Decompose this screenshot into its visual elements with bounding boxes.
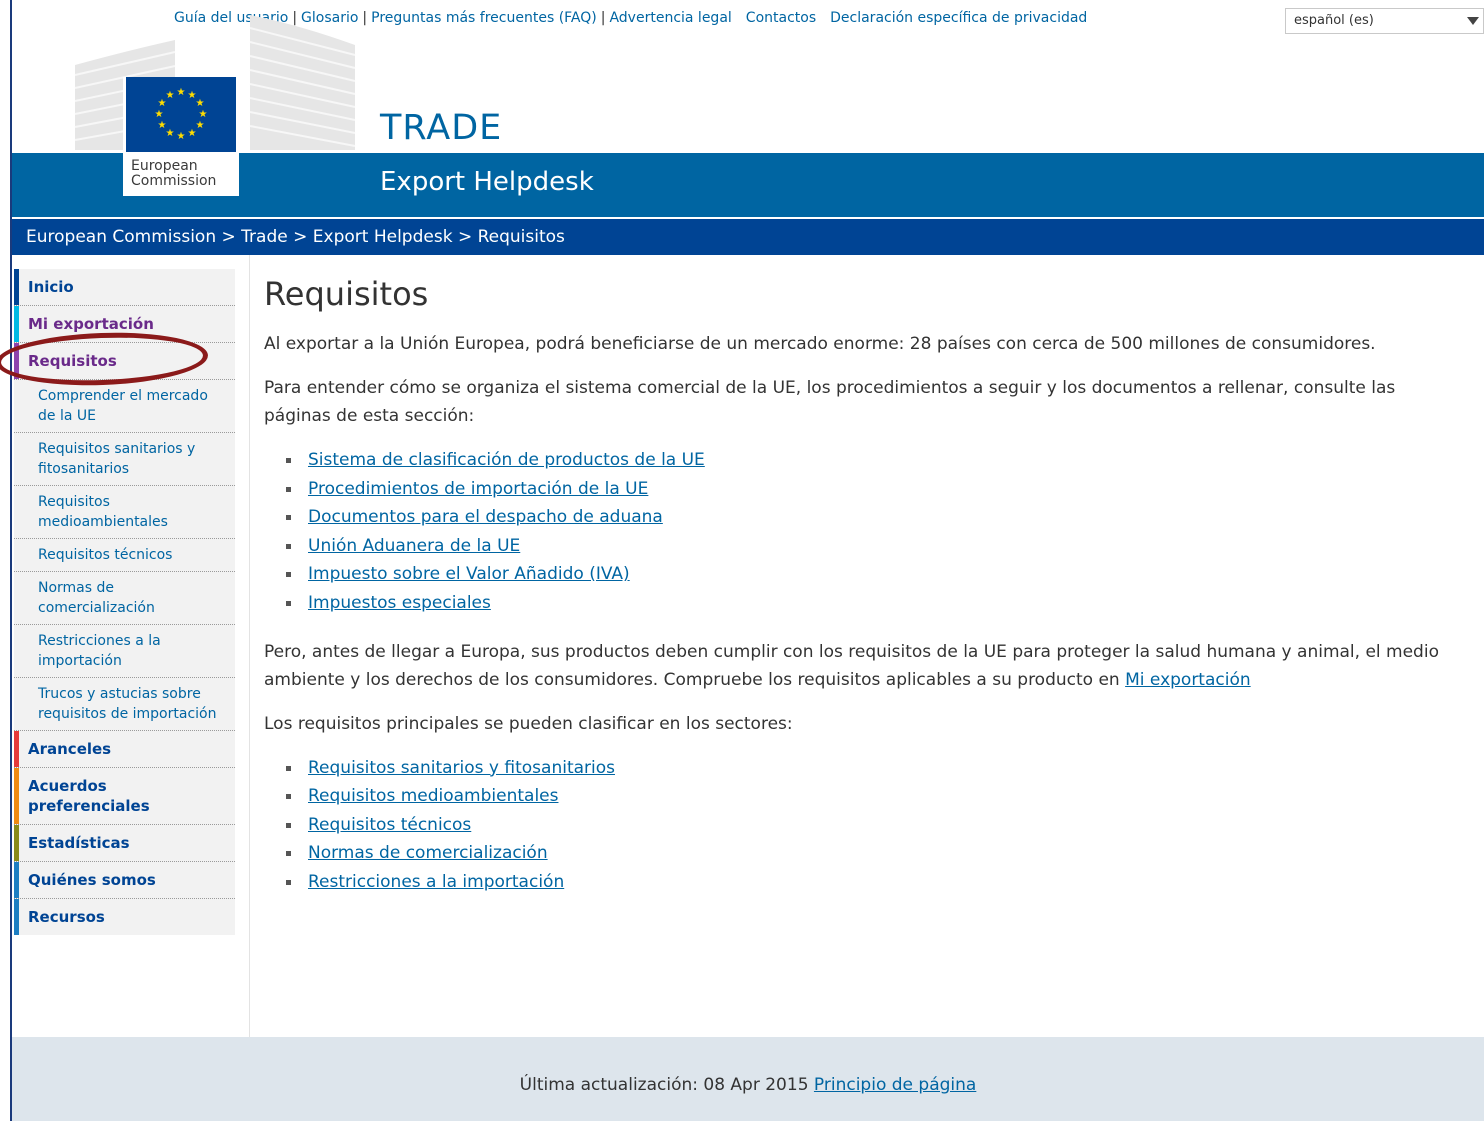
sidebar-subitem-medioambientales[interactable]: Requisitos medioambientales [14, 486, 235, 539]
back-to-top-link[interactable]: Principio de página [814, 1075, 976, 1095]
svg-text:★: ★ [177, 87, 186, 98]
last-updated: Última actualización: 08 Apr 2015 [519, 1075, 809, 1095]
section-link-list: Sistema de clasificación de productos de… [264, 446, 1464, 618]
classification-link[interactable]: Sistema de clasificación de productos de… [308, 450, 705, 470]
section-paragraph: Para entender cómo se organiza el sistem… [264, 378, 1396, 426]
separator: | [362, 10, 368, 26]
list-item: Impuestos especiales [286, 589, 1464, 618]
customs-documents-link[interactable]: Documentos para el despacho de aduana [308, 507, 663, 527]
svg-text:★: ★ [196, 98, 205, 109]
language-select-value: español (es) [1294, 13, 1374, 28]
list-item: Impuesto sobre el Valor Añadido (IVA) [286, 560, 1464, 589]
logo-text: European Commission [131, 158, 217, 189]
privacy-link[interactable]: Declaración específica de privacidad [830, 10, 1087, 26]
breadcrumb-item[interactable]: Export Helpdesk [313, 227, 453, 247]
sidebar-item-inicio[interactable]: Inicio [14, 269, 235, 306]
breadcrumb-separator: > [221, 227, 236, 247]
sidebar-subitem-trucos[interactable]: Trucos y astucias sobre requisitos de im… [14, 678, 235, 731]
svg-text:★: ★ [196, 120, 205, 131]
separator: | [600, 10, 606, 26]
language-select[interactable]: español (es) [1285, 8, 1484, 34]
list-item: Documentos para el despacho de aduana [286, 503, 1464, 532]
list-item: Restricciones a la importación [286, 868, 1464, 897]
list-item: Requisitos técnicos [286, 811, 1464, 840]
sidebar-subitem-tecnicos[interactable]: Requisitos técnicos [14, 539, 235, 572]
sidebar-item-recursos[interactable]: Recursos [14, 899, 235, 935]
contacts-link[interactable]: Contactos [746, 10, 816, 26]
svg-text:★: ★ [199, 109, 208, 120]
vat-link[interactable]: Impuesto sobre el Valor Añadido (IVA) [308, 564, 630, 584]
breadcrumb: European Commission > Trade > Export Hel… [12, 219, 1484, 255]
sectors-paragraph: Los requisitos principales se pueden cla… [264, 713, 793, 734]
svg-text:★: ★ [158, 120, 167, 131]
sidebar-item-estadisticas[interactable]: Estadísticas [14, 825, 235, 862]
breadcrumb-item[interactable]: European Commission [26, 227, 216, 247]
svg-text:★: ★ [177, 131, 186, 142]
breadcrumb-separator: > [457, 227, 473, 247]
page-left-border [0, 0, 12, 1121]
svg-text:★: ★ [155, 109, 164, 120]
sector-link-list: Requisitos sanitarios y fitosanitarios R… [264, 754, 1464, 897]
page-footer: Última actualización: 08 Apr 2015 Princi… [12, 1037, 1484, 1121]
list-item: Normas de comercialización [286, 839, 1464, 868]
main-content: Requisitos Al exportar a la Unión Europe… [264, 272, 1464, 917]
list-item: Sistema de clasificación de productos de… [286, 446, 1464, 475]
list-item: Requisitos sanitarios y fitosanitarios [286, 754, 1464, 783]
sidebar-subitem-sanitarios[interactable]: Requisitos sanitarios y fitosanitarios [14, 433, 235, 486]
environmental-link[interactable]: Requisitos medioambientales [308, 786, 558, 806]
intro-paragraph: Al exportar a la Unión Europea, podrá be… [264, 334, 1376, 354]
customs-union-link[interactable]: Unión Aduanera de la UE [308, 536, 520, 556]
sanitary-link[interactable]: Requisitos sanitarios y fitosanitarios [308, 758, 615, 778]
breadcrumb-separator: > [293, 227, 308, 247]
breadcrumb-item[interactable]: Trade [241, 227, 288, 247]
sidebar-item-acuerdos[interactable]: Acuerdos preferenciales [14, 768, 235, 825]
list-item: Requisitos medioambientales [286, 782, 1464, 811]
eu-flag-icon: ★ ★ ★ ★ ★ ★ ★ ★ ★ ★ ★ ★ [126, 77, 236, 152]
marketing-standards-link[interactable]: Normas de comercialización [308, 843, 548, 863]
faq-link[interactable]: Preguntas más frecuentes (FAQ) [371, 10, 597, 26]
chevron-down-icon [1467, 17, 1479, 25]
excise-link[interactable]: Impuestos especiales [308, 593, 491, 613]
sidebar-item-aranceles[interactable]: Aranceles [14, 731, 235, 768]
site-title: TRADE [380, 108, 503, 148]
svg-text:★: ★ [188, 128, 197, 139]
breadcrumb-item-current: Requisitos [477, 227, 565, 247]
page-title: Requisitos [264, 275, 429, 313]
european-commission-logo[interactable]: ★ ★ ★ ★ ★ ★ ★ ★ ★ ★ ★ ★ European Commission [123, 77, 239, 196]
sidebar-item-quienes-somos[interactable]: Quiénes somos [14, 862, 235, 899]
list-item: Unión Aduanera de la UE [286, 532, 1464, 561]
mi-exportacion-link[interactable]: Mi exportación [1125, 670, 1251, 690]
requirements-paragraph: Pero, antes de llegar a Europa, sus prod… [264, 641, 1439, 690]
import-restrictions-link[interactable]: Restricciones a la importación [308, 872, 564, 892]
svg-text:★: ★ [166, 90, 175, 101]
site-subtitle: Export Helpdesk [380, 167, 594, 197]
sidebar-subitem-restricciones[interactable]: Restricciones a la importación [14, 625, 235, 678]
column-divider [249, 255, 250, 1037]
sidebar-subitem-mercado[interactable]: Comprender el mercado de la UE [14, 380, 235, 433]
import-procedures-link[interactable]: Procedimientos de importación de la UE [308, 479, 648, 499]
svg-text:★: ★ [166, 128, 175, 139]
sidebar-subitem-comercializacion[interactable]: Normas de comercialización [14, 572, 235, 625]
list-item: Procedimientos de importación de la UE [286, 475, 1464, 504]
legal-notice-link[interactable]: Advertencia legal [609, 10, 731, 26]
technical-link[interactable]: Requisitos técnicos [308, 815, 471, 835]
